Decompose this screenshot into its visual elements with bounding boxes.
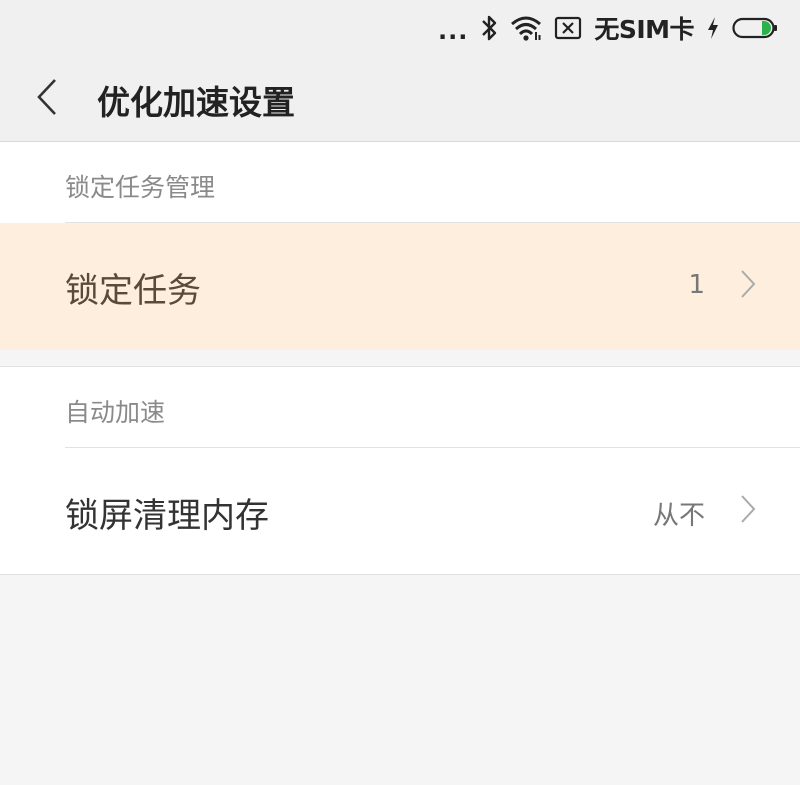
row-value: 从不 <box>652 501 705 531</box>
bluetooth-icon <box>480 14 498 42</box>
section-header: 自动加速 <box>0 367 800 448</box>
row-divider <box>0 574 800 575</box>
row-label: 锁定任务 <box>65 271 201 311</box>
section-header-label: 自动加速 <box>65 398 166 427</box>
row-value: 1 <box>688 270 705 300</box>
status-bar: ... 无SIM卡 <box>0 0 800 56</box>
chevron-left-icon <box>35 77 59 121</box>
section-header: 锁定任务管理 <box>0 142 800 223</box>
wifi-icon <box>510 15 542 41</box>
app-header: 优化加速设置 <box>0 56 800 142</box>
section-locked-tasks: 锁定任务管理 锁定任务 1 <box>0 142 800 350</box>
sim-icon <box>554 15 582 41</box>
battery-icon <box>732 17 778 39</box>
locked-tasks-row[interactable]: 锁定任务 1 <box>0 223 800 350</box>
page-title: 优化加速设置 <box>97 83 295 122</box>
chevron-right-icon <box>740 269 756 303</box>
row-label: 锁屏清理内存 <box>65 496 269 536</box>
charging-icon <box>706 16 720 40</box>
more-notifications-icon: ... <box>437 17 469 45</box>
carrier-label: 无SIM卡 <box>594 15 694 44</box>
chevron-right-icon <box>740 494 756 528</box>
back-button[interactable] <box>22 74 72 124</box>
section-header-label: 锁定任务管理 <box>65 173 216 202</box>
lockscreen-clean-memory-row[interactable]: 锁屏清理内存 从不 <box>0 448 800 575</box>
section-auto-speedup: 自动加速 锁屏清理内存 从不 <box>0 366 800 575</box>
